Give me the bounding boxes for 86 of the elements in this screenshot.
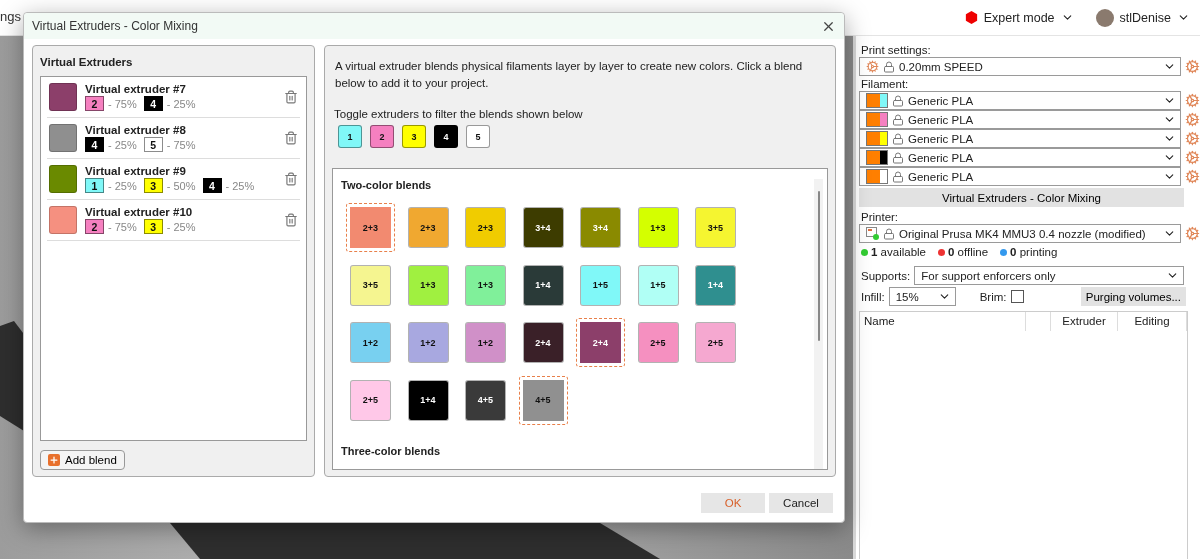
field-label: Printer: xyxy=(861,211,900,223)
filament-dropdown[interactable]: Generic PLA xyxy=(859,110,1182,129)
field-label: Brim: xyxy=(979,290,1007,303)
extruder-name: Virtual extruder #7 xyxy=(85,83,187,95)
filament-dropdown[interactable]: Generic PLA xyxy=(859,129,1182,148)
panel-title: Virtual Extruders xyxy=(40,56,134,68)
mode-selector[interactable]: Expert mode xyxy=(964,10,1074,25)
blend-swatch[interactable]: 2+3 xyxy=(346,203,395,252)
extruder-toggle[interactable]: 2 xyxy=(370,125,394,148)
printer-dropdown[interactable]: Original Prusa MK4 MMU3 0.4 nozzle (modified) xyxy=(859,224,1182,243)
blend-swatch[interactable]: 3+4 xyxy=(580,207,621,248)
filament-dropdown[interactable]: Generic PLA xyxy=(859,91,1182,110)
column-header: Name xyxy=(860,312,1026,331)
blend-swatch[interactable]: 2+3 xyxy=(407,207,449,248)
blend-swatch[interactable]: 1+2 xyxy=(407,322,449,363)
extruder-chip: 4 xyxy=(143,96,163,111)
extruder-chip: 2 xyxy=(85,219,104,234)
share-text: - 75% xyxy=(108,97,137,110)
field-label: Supports: xyxy=(861,269,911,282)
extruder-name: Virtual extruder #9 xyxy=(85,165,187,177)
cancel-button[interactable]: Cancel xyxy=(769,493,833,513)
share-text: - 50% xyxy=(166,179,196,192)
blend-swatch[interactable]: 1+4 xyxy=(407,379,449,421)
blend-swatch[interactable]: 2+4 xyxy=(522,322,564,363)
extruder-chip: 3 xyxy=(143,219,163,234)
extruder-toggle[interactable]: 3 xyxy=(402,125,426,148)
add-blend-button[interactable]: Add blend xyxy=(40,449,125,470)
section-title: Two-color blends xyxy=(341,179,433,191)
filament-dropdown[interactable]: Generic PLA xyxy=(859,167,1182,186)
extruder-chip: 1 xyxy=(85,178,104,193)
extruder-chip: 4 xyxy=(202,178,222,193)
share-text: - 25% xyxy=(108,179,137,192)
status-text: 0 printing xyxy=(1010,246,1058,258)
section-title: Three-color blends xyxy=(341,444,442,457)
extruder-chip: 2 xyxy=(85,96,104,111)
share-text: - 25% xyxy=(166,97,196,110)
share-text: - 75% xyxy=(108,220,137,233)
blend-swatch[interactable]: 2+5 xyxy=(350,379,391,421)
blend-swatch[interactable]: 4+5 xyxy=(465,379,506,421)
status-text: 0 offline xyxy=(948,246,989,258)
infill-dropdown[interactable]: 15% xyxy=(888,287,956,306)
mixing-button[interactable]: Virtual Extruders - Color Mixing xyxy=(859,188,1184,207)
blend-swatch[interactable]: 2+3 xyxy=(465,207,506,248)
tab-label[interactable]: ngs xyxy=(0,9,21,24)
blend-swatch[interactable]: 3+5 xyxy=(695,207,736,248)
purging-button[interactable]: Purging volumes... xyxy=(1080,287,1186,306)
extruder-toggle[interactable]: 5 xyxy=(466,125,490,148)
blend-swatch[interactable]: 1+3 xyxy=(465,264,506,306)
filament-dropdown[interactable]: Generic PLA xyxy=(859,148,1182,167)
extruder-chip: 5 xyxy=(143,137,163,152)
field-label: Infill: xyxy=(861,290,885,303)
extruder-name: Virtual extruder #10 xyxy=(85,206,194,218)
field-label: Filament: xyxy=(861,78,910,90)
description-text: A virtual extruder blends physical filaments layer by layer to create new colors. Click a blend below to add it to your project. xyxy=(335,59,804,91)
extruder-name: Virtual extruder #8 xyxy=(85,124,187,136)
blend-swatch[interactable]: 1+5 xyxy=(637,264,679,306)
blend-swatch[interactable]: 1+4 xyxy=(695,264,736,306)
extruder-chip: 4 xyxy=(85,137,104,152)
share-text: - 75% xyxy=(166,138,196,151)
share-text: - 25% xyxy=(166,220,196,233)
column-header: Editing xyxy=(1118,312,1187,331)
dialog-title: Virtual Extruders - Color Mixing xyxy=(32,19,199,33)
extruder-toggle[interactable]: 4 xyxy=(434,125,458,148)
blend-swatch[interactable]: 3+5 xyxy=(350,264,391,306)
blend-swatch[interactable]: 2+5 xyxy=(637,322,679,363)
share-text: - 25% xyxy=(108,138,137,151)
blend-swatch[interactable]: 4+5 xyxy=(518,375,568,425)
blend-swatch[interactable]: 1+4 xyxy=(522,264,564,306)
supports-dropdown[interactable]: For support enforcers only xyxy=(914,266,1185,285)
blend-swatch[interactable]: 2+4 xyxy=(576,318,625,367)
blend-swatch[interactable]: 2+5 xyxy=(695,322,736,363)
blend-swatch[interactable]: 1+5 xyxy=(580,264,621,306)
column-header: Extruder xyxy=(1051,312,1118,331)
share-text: - 25% xyxy=(225,179,255,192)
blend-swatch[interactable]: 1+2 xyxy=(465,322,506,363)
print-settings-dropdown[interactable]: 0.20mm SPEED xyxy=(859,57,1182,76)
blend-swatch[interactable]: 1+3 xyxy=(407,264,449,306)
blend-swatch[interactable]: 3+4 xyxy=(522,207,564,248)
blend-swatch[interactable]: 1+2 xyxy=(350,322,391,363)
field-label: Print settings: xyxy=(861,44,932,56)
toggle-label: Toggle extruders to filter the blends shown below xyxy=(334,108,584,120)
extruder-chip: 3 xyxy=(143,178,163,193)
blend-swatch[interactable]: 1+3 xyxy=(637,207,679,248)
user-menu[interactable]: stlDenise xyxy=(1095,8,1190,27)
extruder-toggle[interactable]: 1 xyxy=(338,125,362,148)
status-text: 1 available xyxy=(871,246,926,258)
